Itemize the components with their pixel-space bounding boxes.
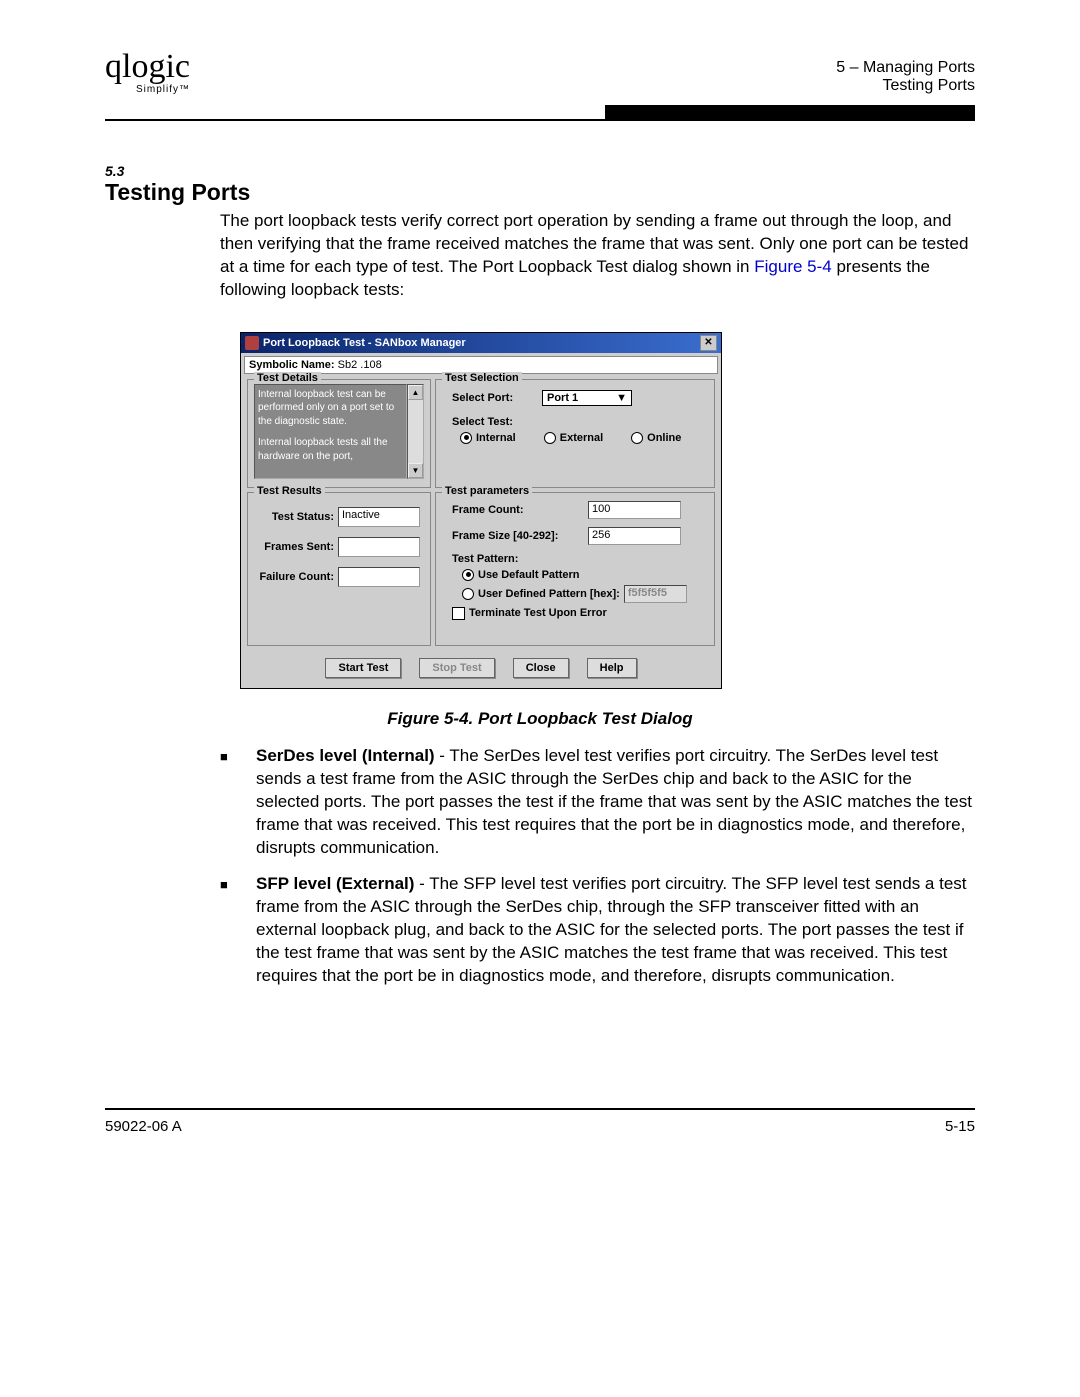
radio-internal[interactable]: Internal [460, 432, 516, 444]
section-title: Testing Ports [105, 179, 975, 206]
logo-subtext: Simplify™ [105, 84, 190, 95]
frame-size-input[interactable]: 256 [588, 527, 681, 545]
intro-paragraph: The port loopback tests verify correct p… [220, 210, 975, 302]
stop-test-button: Stop Test [419, 658, 494, 678]
radio-external[interactable]: External [544, 432, 603, 444]
chapter-label: 5 – Managing Ports [836, 59, 975, 77]
failure-count-field [338, 567, 420, 587]
select-test-label: Select Test: [452, 416, 532, 428]
frame-count-input[interactable]: 100 [588, 501, 681, 519]
select-port-label: Select Port: [452, 392, 532, 404]
test-selection-fieldset: Test Selection Select Port: Port 1 ▼ Sel… [435, 379, 715, 488]
radio-online[interactable]: Online [631, 432, 681, 444]
logo-block: qlogic Simplify™ [105, 50, 190, 95]
bullet-icon: ■ [220, 873, 256, 988]
doc-number: 59022-06 A [105, 1118, 182, 1135]
bullet-icon: ■ [220, 745, 256, 860]
figure-wrap: Port Loopback Test - SANbox Manager ✕ Sy… [240, 332, 975, 689]
terminate-on-error-checkbox[interactable]: Terminate Test Upon Error [452, 607, 708, 620]
use-default-pattern-radio[interactable]: Use Default Pattern [462, 569, 708, 581]
frame-size-label: Frame Size [40-292]: [452, 530, 582, 542]
test-pattern-label: Test Pattern: [452, 553, 708, 565]
dialog-button-row: Start Test Stop Test Close Help [245, 648, 717, 688]
figure-caption: Figure 5-4. Port Loopback Test Dialog [105, 709, 975, 729]
start-test-button[interactable]: Start Test [325, 658, 401, 678]
page-footer: 59022-06 A 5-15 [105, 1118, 975, 1135]
chevron-down-icon: ▼ [616, 392, 627, 404]
test-status-label: Test Status: [258, 511, 334, 523]
bullet-list: ■ SerDes level (Internal) - The SerDes l… [220, 745, 975, 988]
user-defined-input: f5f5f5f5 [624, 585, 687, 603]
scroll-down-icon[interactable]: ▼ [408, 463, 423, 478]
footer-rule [105, 1108, 975, 1110]
dialog-titlebar: Port Loopback Test - SANbox Manager ✕ [241, 333, 721, 353]
test-status-field: Inactive [338, 507, 420, 527]
list-item: ■ SerDes level (Internal) - The SerDes l… [220, 745, 975, 860]
header-rule [105, 119, 975, 121]
app-icon [245, 336, 259, 350]
dialog-title: Port Loopback Test - SANbox Manager [263, 337, 466, 349]
close-button[interactable]: Close [513, 658, 569, 678]
figure-link[interactable]: Figure 5-4 [754, 257, 831, 276]
test-details-fieldset: Test Details Internal loopback test can … [247, 379, 431, 488]
section-number: 5.3 [105, 163, 975, 179]
failure-count-label: Failure Count: [258, 571, 334, 583]
header-chapter-block: 5 – Managing Ports Testing Ports [836, 59, 975, 95]
test-details-text: Internal loopback test can be performed … [254, 384, 407, 479]
frames-sent-field [338, 537, 420, 557]
help-button[interactable]: Help [587, 658, 637, 678]
page-header: qlogic Simplify™ 5 – Managing Ports Test… [105, 50, 975, 95]
select-port-dropdown[interactable]: Port 1 ▼ [542, 390, 632, 406]
frame-count-label: Frame Count: [452, 504, 582, 516]
close-button[interactable]: ✕ [700, 335, 717, 351]
details-scrollbar[interactable]: ▲ ▼ [407, 384, 424, 479]
test-results-fieldset: Test Results Test Status: Inactive Frame… [247, 492, 431, 646]
test-parameters-fieldset: Test parameters Frame Count: 100 Frame S… [435, 492, 715, 646]
logo-text: qlogic [105, 50, 190, 84]
page-topic: Testing Ports [836, 77, 975, 95]
list-item: ■ SFP level (External) - The SFP level t… [220, 873, 975, 988]
user-defined-pattern-radio[interactable]: User Defined Pattern [hex]: f5f5f5f5 [462, 585, 708, 603]
frames-sent-label: Frames Sent: [258, 541, 334, 553]
header-black-bar [605, 105, 975, 119]
page-number: 5-15 [945, 1118, 975, 1135]
scroll-up-icon[interactable]: ▲ [408, 385, 423, 400]
loopback-dialog: Port Loopback Test - SANbox Manager ✕ Sy… [240, 332, 722, 689]
